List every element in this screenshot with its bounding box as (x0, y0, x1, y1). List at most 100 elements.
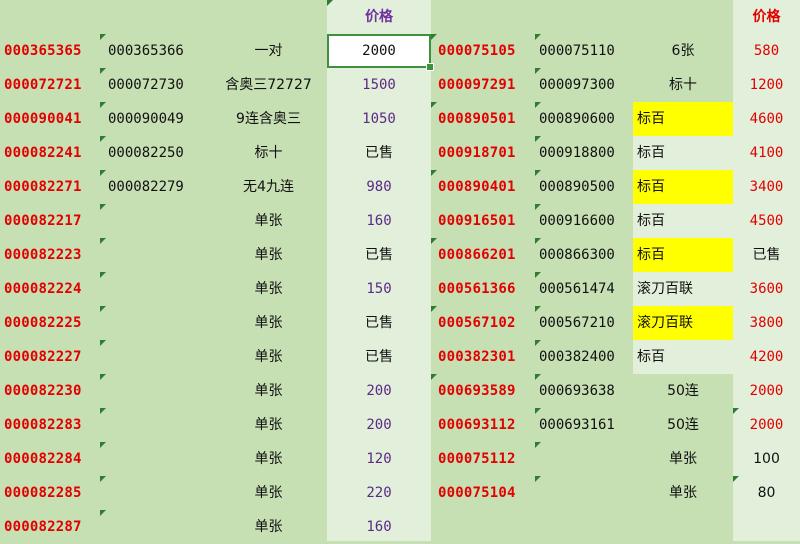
cell-price[interactable]: 580 (733, 34, 800, 68)
cell-price[interactable]: 200 (327, 408, 431, 442)
cell-description[interactable]: 含奥三72727 (210, 68, 327, 102)
cell-serial-start[interactable]: 000075112 (431, 442, 535, 476)
cell-description[interactable]: 单张 (210, 340, 327, 374)
cell-price[interactable]: 3400 (733, 170, 800, 204)
cell-price[interactable]: 3800 (733, 306, 800, 340)
cell-serial-start[interactable]: 000082224 (0, 272, 100, 306)
cell-serial-start[interactable]: 000082225 (0, 306, 100, 340)
cell-serial-end[interactable] (100, 340, 210, 374)
cell-serial-end[interactable] (535, 476, 633, 510)
cell-price[interactable]: 4200 (733, 340, 800, 374)
cell-serial-end[interactable]: 000890500 (535, 170, 633, 204)
cell-serial-start[interactable]: 000075104 (431, 476, 535, 510)
cell-price[interactable]: 200 (327, 374, 431, 408)
cell-price[interactable]: 已售 (327, 136, 431, 170)
cell-price[interactable]: 120 (327, 442, 431, 476)
cell-serial-end[interactable]: 000890600 (535, 102, 633, 136)
cell-serial-start[interactable]: 000365365 (0, 34, 100, 68)
cell-serial-end[interactable]: 000918800 (535, 136, 633, 170)
cell-price[interactable]: 4100 (733, 136, 800, 170)
cell-serial-start[interactable]: 000693589 (431, 374, 535, 408)
cell-price[interactable]: 4600 (733, 102, 800, 136)
cell-description[interactable]: 单张 (210, 272, 327, 306)
cell-description[interactable]: 单张 (210, 408, 327, 442)
cell-serial-end[interactable] (100, 408, 210, 442)
right-price-header[interactable]: 价格 (733, 0, 800, 34)
cell-serial-start[interactable]: 000918701 (431, 136, 535, 170)
cell-serial-start[interactable]: 000890401 (431, 170, 535, 204)
cell-price[interactable]: 160 (327, 204, 431, 238)
cell-description[interactable]: 单张 (633, 476, 733, 510)
cell-serial-start[interactable]: 000097291 (431, 68, 535, 102)
cell-price[interactable]: 1500 (327, 68, 431, 102)
cell-serial-end[interactable]: 000916600 (535, 204, 633, 238)
cell-description[interactable]: 一对 (210, 34, 327, 68)
cell-serial-end[interactable] (100, 476, 210, 510)
cell-description[interactable]: 单张 (210, 374, 327, 408)
cell-serial-end[interactable]: 000567210 (535, 306, 633, 340)
cell-serial-end[interactable]: 000866300 (535, 238, 633, 272)
cell-price[interactable]: 2000 (733, 374, 800, 408)
cell-serial-start[interactable]: 000567102 (431, 306, 535, 340)
cell-serial-end[interactable]: 000693161 (535, 408, 633, 442)
cell-serial-end[interactable] (100, 306, 210, 340)
cell-description[interactable]: 标百 (633, 340, 733, 374)
cell-description[interactable]: 标十 (210, 136, 327, 170)
cell-serial-start[interactable]: 000866201 (431, 238, 535, 272)
cell-description[interactable]: 单张 (210, 306, 327, 340)
cell-price[interactable]: 已售 (327, 238, 431, 272)
cell-price[interactable]: 150 (327, 272, 431, 306)
cell-description[interactable]: 单张 (210, 476, 327, 510)
cell-serial-end[interactable] (100, 374, 210, 408)
cell-description[interactable]: 标百 (633, 238, 733, 272)
cell-description[interactable]: 6张 (633, 34, 733, 68)
cell-price[interactable]: 100 (733, 442, 800, 476)
cell-price[interactable]: 980 (327, 170, 431, 204)
cell-price[interactable]: 4500 (733, 204, 800, 238)
cell-serial-start[interactable]: 000082241 (0, 136, 100, 170)
cell-serial-end[interactable]: 000097300 (535, 68, 633, 102)
cell-serial-start[interactable]: 000072721 (0, 68, 100, 102)
cell-serial-start[interactable]: 000082223 (0, 238, 100, 272)
cell-price[interactable]: 已售 (327, 340, 431, 374)
cell-serial-start[interactable]: 000082284 (0, 442, 100, 476)
cell-description[interactable]: 标十 (633, 68, 733, 102)
cell-description[interactable]: 单张 (633, 442, 733, 476)
cell-serial-start[interactable]: 000082285 (0, 476, 100, 510)
cell-description[interactable]: 标百 (633, 102, 733, 136)
cell-price[interactable]: 160 (327, 510, 431, 544)
cell-serial-end[interactable]: 000072730 (100, 68, 210, 102)
cell-serial-end[interactable] (100, 204, 210, 238)
cell-serial-start[interactable]: 000916501 (431, 204, 535, 238)
cell-price[interactable]: 220 (327, 476, 431, 510)
cell-price[interactable]: 已售 (733, 238, 800, 272)
cell-serial-end[interactable]: 000365366 (100, 34, 210, 68)
cell-description[interactable]: 标百 (633, 170, 733, 204)
cell-serial-end[interactable] (535, 442, 633, 476)
cell-price[interactable]: 3600 (733, 272, 800, 306)
cell-price[interactable]: 2000 (327, 34, 431, 68)
cell-serial-end[interactable]: 000075110 (535, 34, 633, 68)
cell-serial-end[interactable]: 000382400 (535, 340, 633, 374)
cell-serial-start[interactable]: 000382301 (431, 340, 535, 374)
cell-description[interactable]: 标百 (633, 136, 733, 170)
cell-description[interactable]: 单张 (210, 204, 327, 238)
cell-description[interactable]: 滚刀百联 (633, 272, 733, 306)
cell-serial-start[interactable]: 000693112 (431, 408, 535, 442)
cell-serial-end[interactable]: 000090049 (100, 102, 210, 136)
cell-description[interactable]: 单张 (210, 238, 327, 272)
cell-serial-start[interactable]: 000075105 (431, 34, 535, 68)
cell-serial-start[interactable]: 000890501 (431, 102, 535, 136)
cell-serial-start[interactable]: 000082283 (0, 408, 100, 442)
cell-price[interactable]: 2000 (733, 408, 800, 442)
cell-serial-start[interactable]: 000561366 (431, 272, 535, 306)
cell-serial-end[interactable] (100, 238, 210, 272)
cell-serial-end[interactable] (100, 272, 210, 306)
cell-description[interactable]: 滚刀百联 (633, 306, 733, 340)
cell-description[interactable]: 无4九连 (210, 170, 327, 204)
cell-price[interactable]: 已售 (327, 306, 431, 340)
cell-description[interactable]: 50连 (633, 408, 733, 442)
cell-serial-end[interactable]: 000082279 (100, 170, 210, 204)
cell-serial-end[interactable]: 000082250 (100, 136, 210, 170)
cell-serial-start[interactable]: 000090041 (0, 102, 100, 136)
